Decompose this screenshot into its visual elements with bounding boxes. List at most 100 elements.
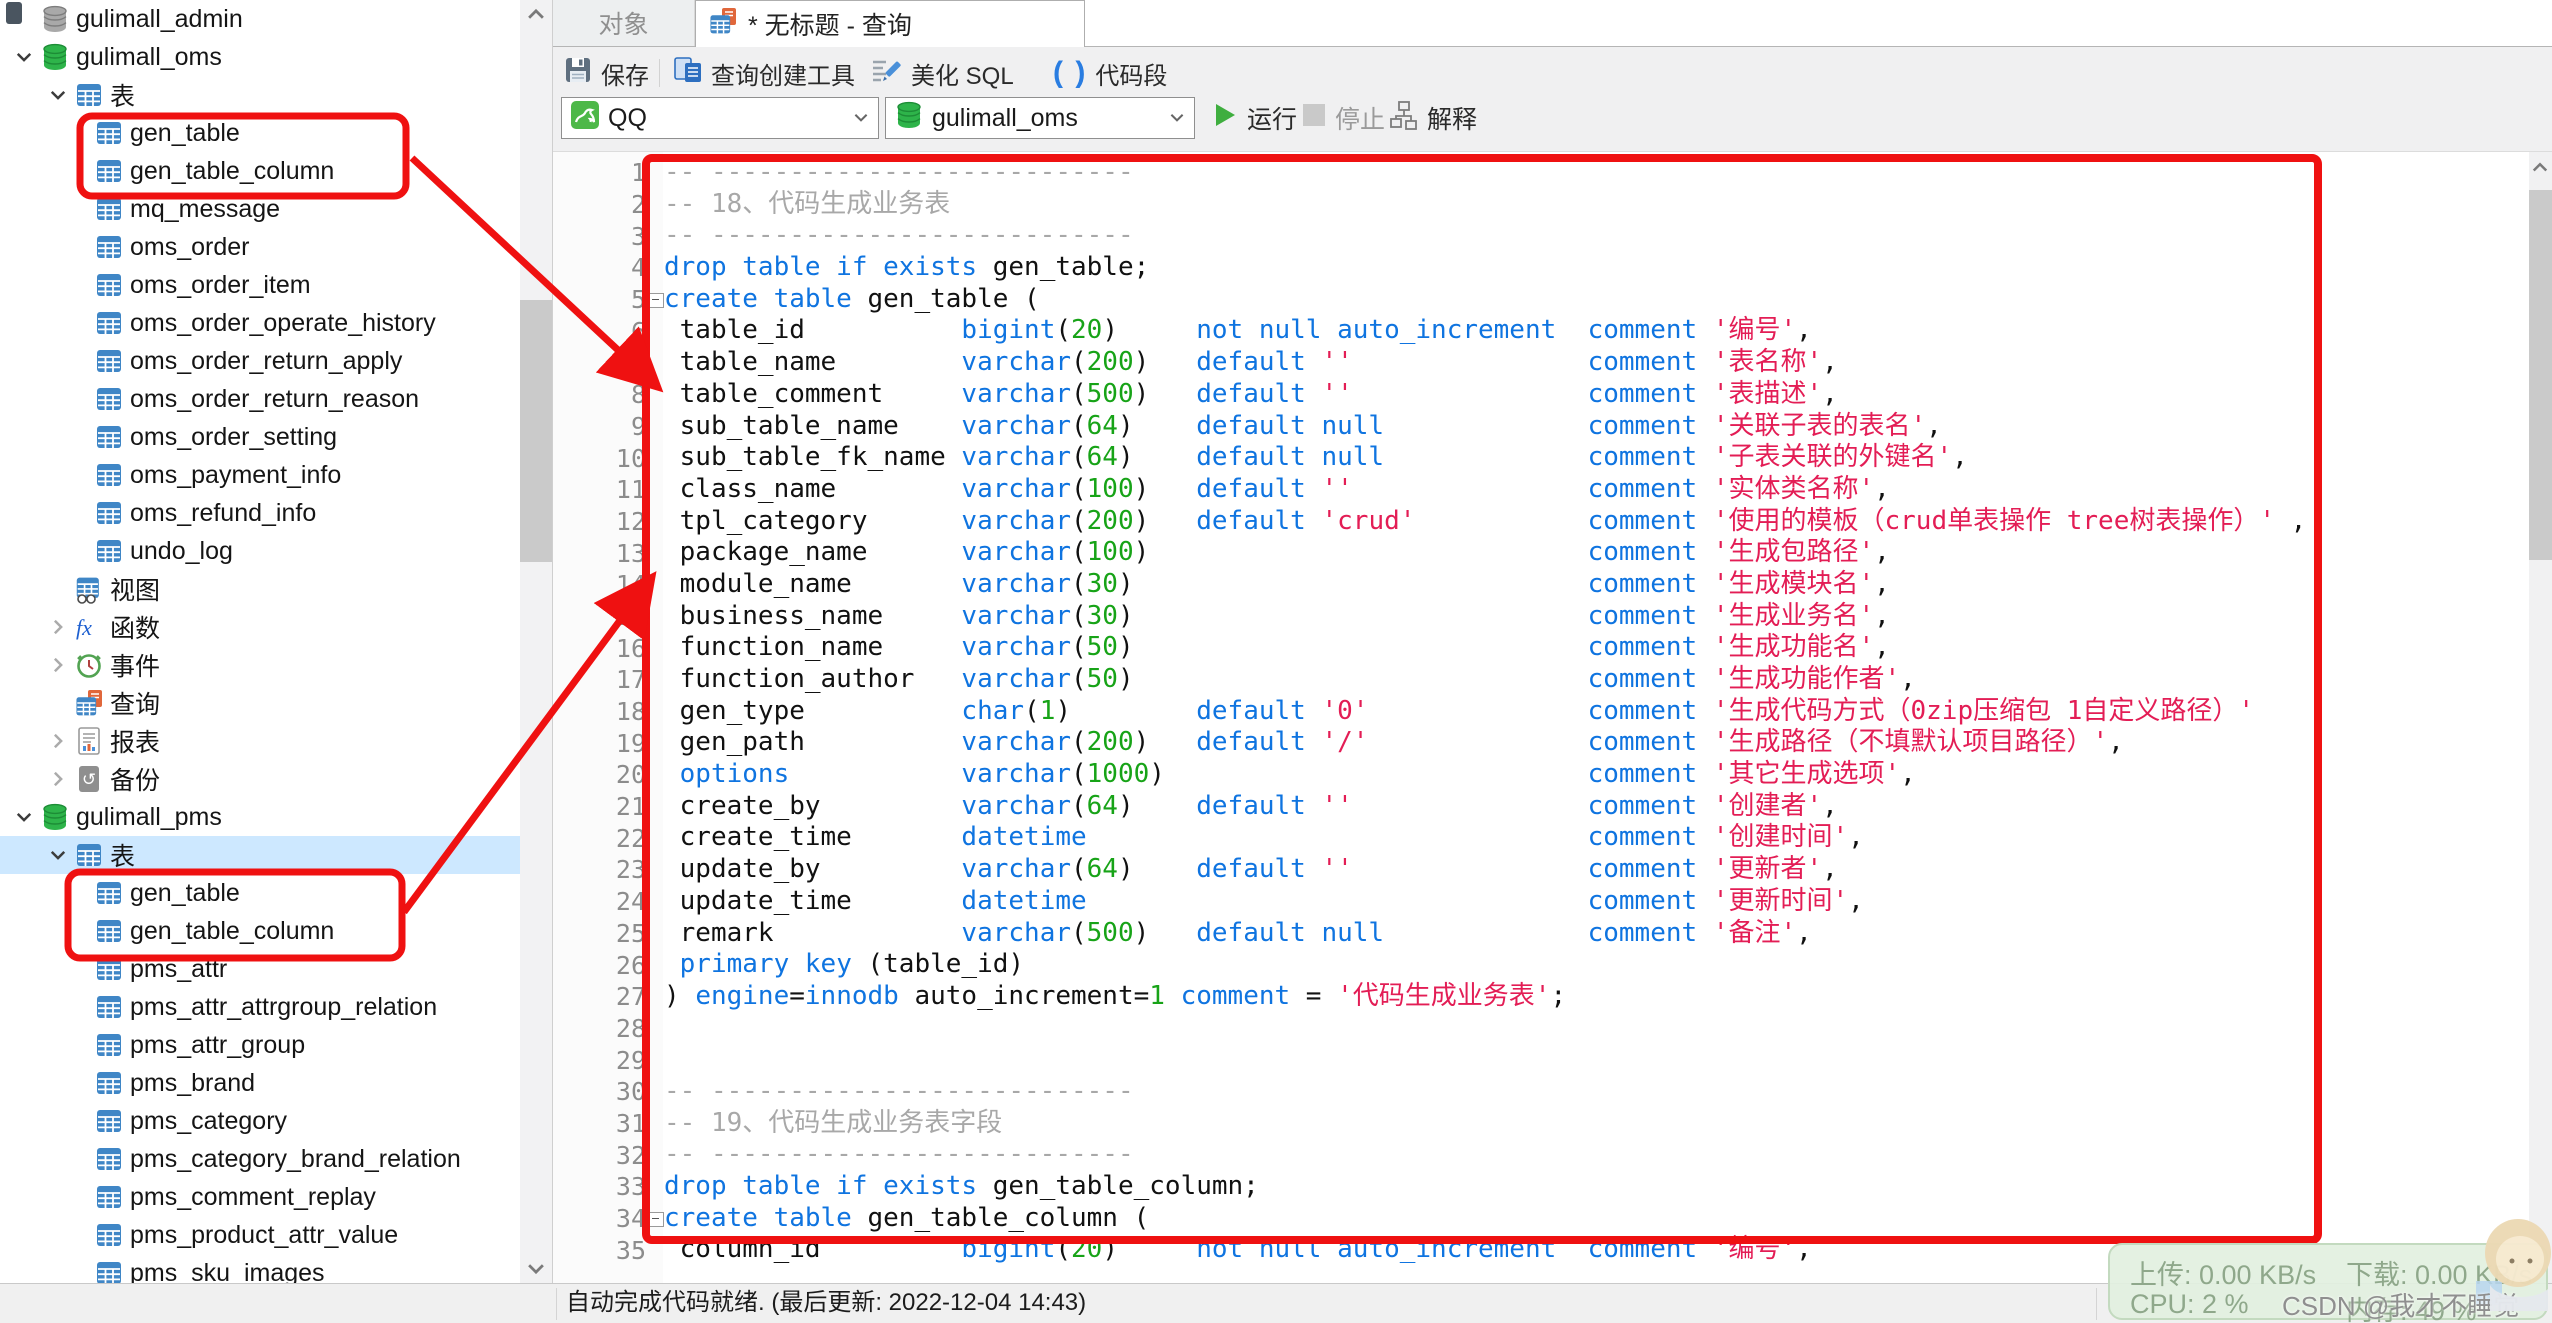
code-text: sub_table_name varchar(64) default null …: [664, 411, 1942, 443]
tree-item-gen_table[interactable]: gen_table: [0, 874, 520, 912]
explain-button[interactable]: 解释: [1389, 98, 1477, 138]
code-text: -- 18、代码生成业务表: [664, 189, 950, 221]
toolbar-separator: [659, 59, 660, 87]
chevron-down-icon[interactable]: [48, 85, 74, 105]
tree-item-pms_attr_attrgroup_relation[interactable]: pms_attr_attrgroup_relation: [0, 988, 520, 1026]
tree-item-pms_comment_replay[interactable]: pms_comment_replay: [0, 1178, 520, 1216]
line-number: 22: [553, 824, 646, 853]
scroll-up-icon[interactable]: [525, 4, 547, 26]
tree-item-oms_order_return_apply[interactable]: oms_order_return_apply: [0, 342, 520, 380]
tree-item-label: 查询: [110, 685, 160, 721]
tree-item-pms_category_brand_relation[interactable]: pms_category_brand_relation: [0, 1140, 520, 1178]
scroll-down-icon[interactable]: [525, 1257, 547, 1279]
report-icon: [74, 726, 110, 756]
database-tree: gulimall_admingulimall_oms表gen_tablegen_…: [0, 0, 520, 1283]
connection-value: QQ: [608, 104, 647, 133]
tab-query-active[interactable]: * 无标题 - 查询: [695, 0, 1085, 47]
line-number: 30: [553, 1077, 646, 1106]
tree-item-gulimall_admin[interactable]: gulimall_admin: [0, 0, 520, 38]
tree-item-label: oms_order: [130, 233, 250, 262]
sql-editor[interactable]: 1-- ---------------------------2-- 18、代码…: [553, 152, 2530, 1283]
chevron-down-icon[interactable]: [48, 845, 74, 865]
tree-item-gulimall_pms[interactable]: gulimall_pms: [0, 798, 520, 836]
sidebar-scrollbar[interactable]: [520, 0, 552, 1283]
code-text: column_id bigint(20) not null auto_incre…: [664, 1234, 1812, 1266]
tree-item-pms_product_attr_value[interactable]: pms_product_attr_value: [0, 1216, 520, 1254]
query-builder-button[interactable]: 查询创建工具: [673, 53, 855, 93]
code-line-16: 16 function_name varchar(50) comment '生成…: [553, 632, 2530, 664]
tree-item-备份[interactable]: ↺备份: [0, 760, 520, 798]
tree-item-label: oms_payment_info: [130, 461, 341, 490]
tree-item-pms_attr_group[interactable]: pms_attr_group: [0, 1026, 520, 1064]
code-text: function_author varchar(50) comment '生成功…: [664, 664, 1916, 696]
tree-item-mq_message[interactable]: mq_message: [0, 190, 520, 228]
chevron-down-icon: [1168, 104, 1186, 133]
tree-item-函数[interactable]: fx函数: [0, 608, 520, 646]
tree-item-pms_attr[interactable]: pms_attr: [0, 950, 520, 988]
tree-item-gen_table_column[interactable]: gen_table_column: [0, 152, 520, 190]
code-text: -- 19、代码生成业务表字段: [664, 1108, 1002, 1140]
tree-item-事件[interactable]: 事件: [0, 646, 520, 684]
chevron-right-icon[interactable]: [48, 655, 74, 675]
line-number: 13: [553, 539, 646, 568]
code-line-9: 9 sub_table_name varchar(64) default nul…: [553, 411, 2530, 443]
tree-item-label: oms_refund_info: [130, 499, 316, 528]
scroll-up-icon[interactable]: [2530, 158, 2552, 180]
table-icon: [94, 1030, 130, 1060]
tab-objects[interactable]: 对象: [553, 0, 695, 46]
tree-item-查询[interactable]: 查询: [0, 684, 520, 722]
tree-item-视图[interactable]: 视图: [0, 570, 520, 608]
tree-item-oms_order_setting[interactable]: oms_order_setting: [0, 418, 520, 456]
chevron-right-icon[interactable]: [48, 617, 74, 637]
tree-item-oms_order_operate_history[interactable]: oms_order_operate_history: [0, 304, 520, 342]
explain-label: 解释: [1427, 100, 1477, 136]
tree-item-gen_table[interactable]: gen_table: [0, 114, 520, 152]
code-line-11: 11 class_name varchar(100) default '' co…: [553, 474, 2530, 506]
tree-item-undo_log[interactable]: undo_log: [0, 532, 520, 570]
tree-item-表[interactable]: 表: [0, 76, 520, 114]
tree-item-oms_order_item[interactable]: oms_order_item: [0, 266, 520, 304]
chevron-down-icon[interactable]: [14, 807, 40, 827]
code-line-8: 8 table_comment varchar(500) default '' …: [553, 379, 2530, 411]
code-snippet-button[interactable]: ( ) 代码段: [1053, 53, 1167, 93]
tree-item-label: oms_order_return_apply: [130, 347, 402, 376]
tree-item-label: gen_table: [130, 119, 240, 148]
tree-item-报表[interactable]: 报表: [0, 722, 520, 760]
code-text: sub_table_fk_name varchar(64) default nu…: [664, 442, 1968, 474]
chevron-down-icon[interactable]: [14, 47, 40, 67]
tree-item-oms_order[interactable]: oms_order: [0, 228, 520, 266]
tree-item-label: pms_comment_replay: [130, 1183, 376, 1212]
beautify-sql-button[interactable]: 美化 SQL: [871, 53, 1014, 93]
save-button[interactable]: 保存: [563, 53, 649, 93]
chevron-right-icon[interactable]: [48, 769, 74, 789]
line-number: 5: [553, 285, 646, 314]
sidebar-scroll-thumb[interactable]: [520, 300, 552, 562]
code-text: table_id bigint(20) not null auto_increm…: [664, 315, 1812, 347]
line-number: 15: [553, 602, 646, 631]
code-line-29: 29: [553, 1044, 2530, 1076]
tree-item-oms_refund_info[interactable]: oms_refund_info: [0, 494, 520, 532]
chevron-right-icon[interactable]: [48, 731, 74, 751]
editor-scrollbar[interactable]: [2529, 152, 2552, 1283]
stop-button[interactable]: 停止: [1301, 98, 1385, 138]
tree-item-oms_order_return_reason[interactable]: oms_order_return_reason: [0, 380, 520, 418]
editor-scroll-thumb[interactable]: [2529, 190, 2552, 560]
tree-item-label: oms_order_return_reason: [130, 385, 419, 414]
tree-item-oms_payment_info[interactable]: oms_payment_info: [0, 456, 520, 494]
code-line-19: 19 gen_path varchar(200) default '/' com…: [553, 727, 2530, 759]
tree-item-pms_category[interactable]: pms_category: [0, 1102, 520, 1140]
tree-item-表[interactable]: 表: [0, 836, 520, 874]
line-number: 31: [553, 1109, 646, 1138]
tree-item-pms_sku_images[interactable]: pms_sku_images: [0, 1254, 520, 1283]
database-icon: [894, 100, 924, 137]
tree-item-gen_table_column[interactable]: gen_table_column: [0, 912, 520, 950]
tree-item-label: gulimall_pms: [76, 803, 222, 832]
code-line-25: 25 remark varchar(500) default null comm…: [553, 918, 2530, 950]
tree-item-label: pms_brand: [130, 1069, 255, 1098]
table-icon: [94, 1220, 130, 1250]
tree-item-pms_brand[interactable]: pms_brand: [0, 1064, 520, 1102]
connection-select[interactable]: QQ: [561, 97, 879, 139]
database-select[interactable]: gulimall_oms: [885, 97, 1195, 139]
line-number: 3: [553, 222, 646, 251]
tree-item-gulimall_oms[interactable]: gulimall_oms: [0, 38, 520, 76]
